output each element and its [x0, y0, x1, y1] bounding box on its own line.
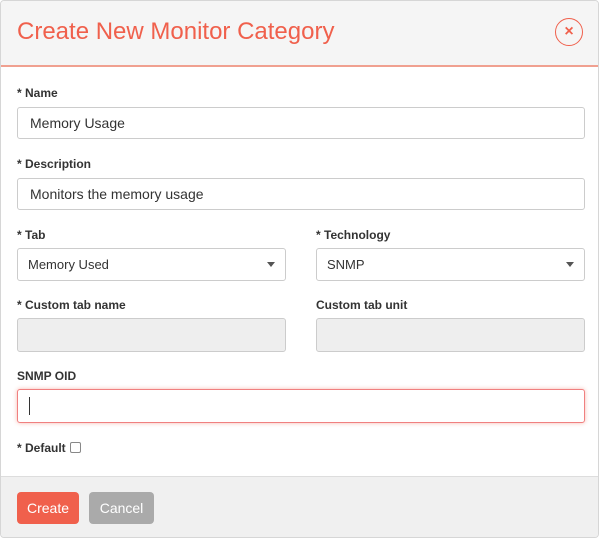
tab-selected-value: Memory Used — [28, 257, 109, 272]
create-button[interactable]: Create — [17, 492, 79, 524]
cancel-button[interactable]: Cancel — [89, 492, 154, 524]
name-input[interactable]: Memory Usage — [17, 107, 585, 139]
text-cursor — [29, 397, 30, 415]
snmp-oid-input[interactable] — [17, 389, 585, 423]
description-value: Monitors the memory usage — [30, 186, 204, 202]
dialog-header: Create New Monitor Category × — [1, 1, 598, 67]
name-value: Memory Usage — [30, 115, 125, 131]
custom-tab-unit-input[interactable] — [316, 318, 585, 352]
description-input[interactable]: Monitors the memory usage — [17, 178, 585, 210]
snmp-oid-label: SNMP OID — [17, 369, 77, 383]
default-label: * Default — [17, 441, 66, 455]
technology-select[interactable]: SNMP — [316, 248, 585, 281]
create-monitor-category-dialog: Create New Monitor Category × * Name Mem… — [0, 0, 599, 538]
custom-tab-name-label: * Custom tab name — [17, 298, 126, 312]
dialog-title: Create New Monitor Category — [17, 18, 335, 45]
dropdown-arrow-icon — [267, 262, 275, 267]
name-label: * Name — [17, 86, 58, 100]
dropdown-arrow-icon — [566, 262, 574, 267]
tab-label: * Tab — [17, 228, 46, 242]
tab-select[interactable]: Memory Used — [17, 248, 286, 281]
custom-tab-name-input[interactable] — [17, 318, 286, 352]
description-label: * Description — [17, 157, 92, 171]
technology-selected-value: SNMP — [327, 257, 365, 272]
default-checkbox[interactable] — [70, 442, 81, 453]
close-icon[interactable]: × — [555, 18, 583, 46]
technology-label: * Technology — [316, 228, 391, 242]
custom-tab-unit-label: Custom tab unit — [316, 298, 408, 312]
close-symbol: × — [564, 23, 574, 40]
